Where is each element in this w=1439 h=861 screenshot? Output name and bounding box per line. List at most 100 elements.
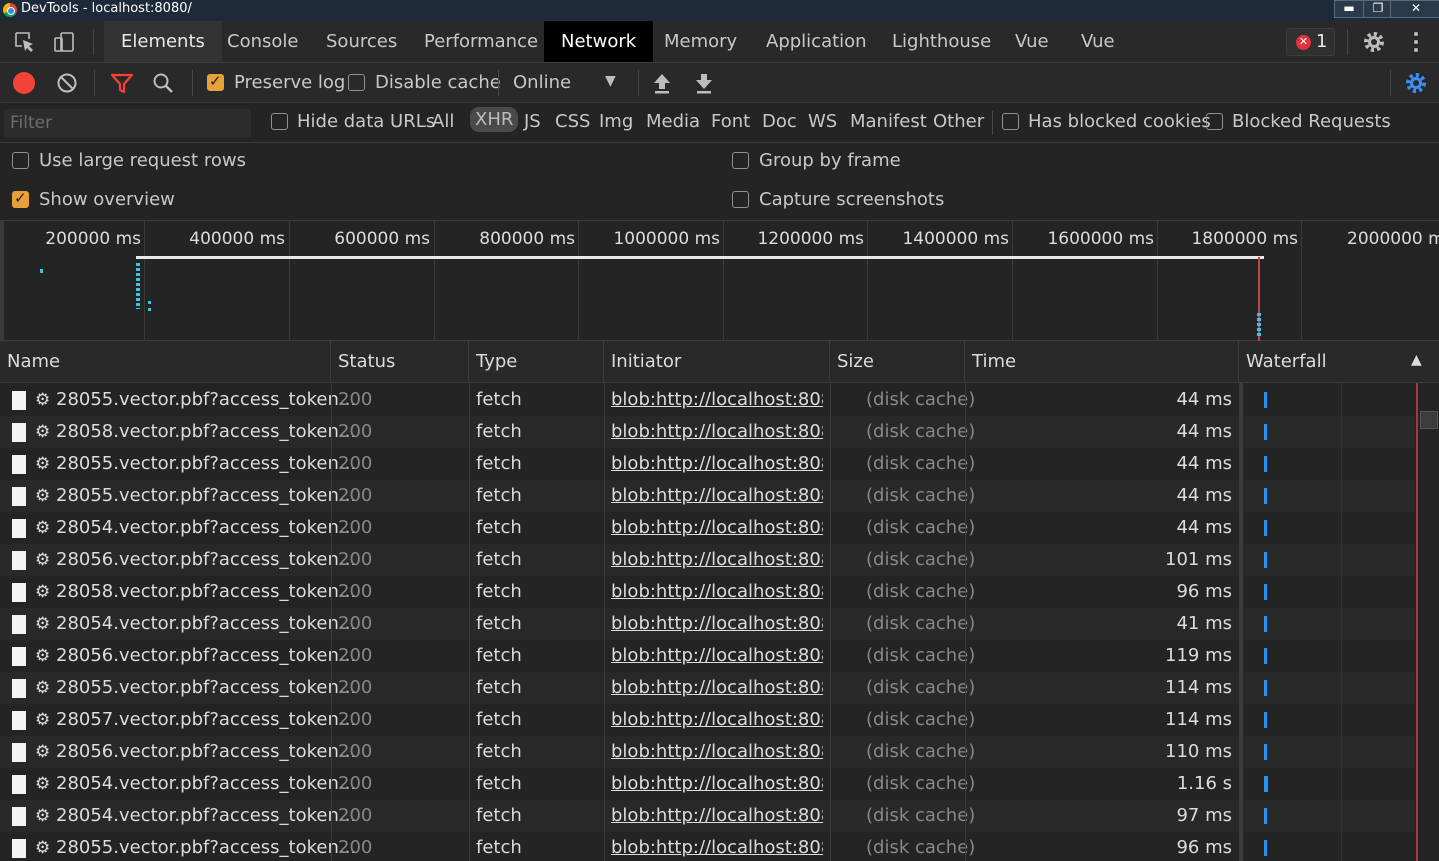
filter-type-doc[interactable]: Doc	[762, 111, 797, 132]
column-divider[interactable]	[830, 383, 831, 861]
tab-network[interactable]: Network	[544, 21, 654, 62]
show-overview-checkbox[interactable]	[12, 189, 29, 208]
scrollbar-thumb[interactable]	[1420, 411, 1438, 429]
table-row[interactable]: ⚙ 28058.vector.pbf?access_token... 200 fetc…	[0, 416, 1415, 448]
request-initiator-link[interactable]: blob:http://localhost:808...	[611, 384, 823, 416]
throttling-select[interactable]: Online ▼	[505, 68, 625, 98]
filter-type-manifest[interactable]: Manifest	[850, 111, 927, 132]
column-divider[interactable]	[965, 383, 966, 861]
filter-type-other[interactable]: Other	[933, 111, 984, 132]
filter-type-media[interactable]: Media	[646, 111, 700, 132]
tab-elements[interactable]: Elements	[104, 21, 222, 62]
network-overview-timeline[interactable]: 200000 ms 400000 ms 600000 ms 800000 ms …	[0, 221, 1439, 341]
request-initiator-link[interactable]: blob:http://localhost:808...	[611, 800, 823, 832]
sort-ascending-icon[interactable]: ▲	[1411, 352, 1422, 368]
filter-type-css[interactable]: CSS	[555, 111, 590, 132]
hide-data-urls-checkbox[interactable]	[271, 113, 288, 130]
request-initiator-link[interactable]: blob:http://localhost:808...	[611, 448, 823, 480]
table-row[interactable]: ⚙ 28054.vector.pbf?access_token... 200 fetc…	[0, 768, 1415, 800]
table-row[interactable]: ⚙ 28054.vector.pbf?access_token... 200 fetc…	[0, 800, 1415, 832]
filter-type-img[interactable]: Img	[599, 111, 633, 132]
request-initiator-link[interactable]: blob:http://localhost:808...	[611, 704, 823, 736]
device-toolbar-icon[interactable]	[53, 31, 75, 53]
column-header-type[interactable]: Type	[469, 341, 604, 383]
table-row[interactable]: ⚙ 28056.vector.pbf?access_token... 200 fetc…	[0, 640, 1415, 672]
tab-vue-2[interactable]: Vue	[1064, 21, 1132, 62]
table-scrollbar[interactable]	[1416, 383, 1439, 861]
request-initiator-link[interactable]: blob:http://localhost:808...	[611, 672, 823, 704]
tab-sources[interactable]: Sources	[309, 21, 414, 62]
request-initiator-link[interactable]: blob:http://localhost:808...	[611, 832, 823, 861]
table-row[interactable]: ⚙ 28054.vector.pbf?access_token... 200 fetc…	[0, 608, 1415, 640]
tab-console[interactable]: Console	[210, 21, 315, 62]
column-divider[interactable]	[331, 383, 332, 861]
table-row[interactable]: ⚙ 28058.vector.pbf?access_token... 200 fetc…	[0, 576, 1415, 608]
maximize-button[interactable]: ❐	[1363, 0, 1393, 18]
table-row[interactable]: ⚙ 28055.vector.pbf?access_token... 200 fetc…	[0, 448, 1415, 480]
table-row[interactable]: ⚙ 28055.vector.pbf?access_token... 200 fetc…	[0, 384, 1415, 416]
column-divider[interactable]	[604, 383, 605, 861]
disable-cache-checkbox[interactable]	[348, 74, 365, 91]
file-icon	[12, 647, 26, 666]
filter-funnel-icon[interactable]	[110, 72, 134, 94]
preserve-log-checkbox[interactable]	[207, 72, 224, 91]
blocked-requests-checkbox[interactable]	[1206, 113, 1223, 130]
column-header-status[interactable]: Status	[331, 341, 469, 383]
tab-vue[interactable]: Vue	[998, 21, 1066, 62]
tab-memory[interactable]: Memory	[647, 21, 754, 62]
record-button[interactable]	[13, 72, 35, 94]
tab-lighthouse[interactable]: Lighthouse	[875, 21, 1008, 62]
request-initiator-link[interactable]: blob:http://localhost:808...	[611, 480, 823, 512]
table-row[interactable]: ⚙ 28055.vector.pbf?access_token... 200 fetc…	[0, 480, 1415, 512]
table-row[interactable]: ⚙ 28056.vector.pbf?access_token... 200 fetc…	[0, 544, 1415, 576]
export-har-icon[interactable]	[694, 72, 714, 94]
request-initiator-link[interactable]: blob:http://localhost:808...	[611, 416, 823, 448]
request-initiator-link[interactable]: blob:http://localhost:808...	[611, 736, 823, 768]
column-header-size[interactable]: Size	[830, 341, 965, 383]
request-initiator-link[interactable]: blob:http://localhost:808...	[611, 608, 823, 640]
gear-icon: ⚙	[35, 422, 51, 442]
settings-gear-icon[interactable]	[1362, 30, 1386, 54]
tab-application[interactable]: Application	[749, 21, 884, 62]
table-row[interactable]: ⚙ 28057.vector.pbf?access_token... 200 fetc…	[0, 704, 1415, 736]
clear-icon[interactable]	[56, 72, 78, 94]
request-initiator-link[interactable]: blob:http://localhost:808...	[611, 512, 823, 544]
group-by-frame-checkbox[interactable]	[732, 152, 749, 169]
overview-selection-bar[interactable]	[136, 256, 1264, 259]
filter-type-font[interactable]: Font	[711, 111, 750, 132]
table-row[interactable]: ⚙ 28056.vector.pbf?access_token... 200 fetc…	[0, 736, 1415, 768]
search-icon[interactable]	[152, 72, 174, 94]
waterfall-bar	[1264, 712, 1267, 728]
column-header-initiator[interactable]: Initiator	[604, 341, 830, 383]
close-window-button[interactable]: ✕	[1390, 0, 1439, 18]
error-count-badge[interactable]: ✕ 1	[1286, 28, 1335, 56]
capture-screenshots-checkbox[interactable]	[732, 191, 749, 208]
minimize-button[interactable]: ▬	[1334, 0, 1364, 18]
inspect-element-icon[interactable]	[14, 31, 36, 53]
table-row[interactable]: ⚙ 28055.vector.pbf?access_token... 200 fetc…	[0, 832, 1415, 861]
waterfall-bar	[1264, 840, 1267, 856]
request-initiator-link[interactable]: blob:http://localhost:808...	[611, 544, 823, 576]
column-header-waterfall[interactable]: Waterfall	[1239, 341, 1439, 383]
filter-type-js[interactable]: JS	[524, 111, 541, 132]
network-settings-gear-icon[interactable]	[1404, 71, 1428, 95]
request-initiator-link[interactable]: blob:http://localhost:808...	[611, 768, 823, 800]
column-divider[interactable]	[1239, 383, 1243, 861]
table-row[interactable]: ⚙ 28055.vector.pbf?access_token... 200 fetc…	[0, 672, 1415, 704]
tab-performance[interactable]: Performance	[407, 21, 555, 62]
more-options-icon[interactable]	[1410, 31, 1422, 53]
table-row[interactable]: ⚙ 28054.vector.pbf?access_token... 200 fetc…	[0, 512, 1415, 544]
column-header-time[interactable]: Time	[965, 341, 1239, 383]
column-header-name[interactable]: Name	[0, 341, 331, 383]
filter-input[interactable]	[4, 109, 251, 137]
import-har-icon[interactable]	[652, 72, 672, 94]
large-rows-checkbox[interactable]	[12, 152, 29, 169]
file-icon	[12, 583, 26, 602]
filter-type-all[interactable]: All	[432, 111, 454, 132]
filter-type-ws[interactable]: WS	[808, 111, 837, 132]
request-initiator-link[interactable]: blob:http://localhost:808...	[611, 640, 823, 672]
filter-type-xhr[interactable]: XHR	[470, 107, 519, 132]
column-divider[interactable]	[469, 383, 470, 861]
request-initiator-link[interactable]: blob:http://localhost:808...	[611, 576, 823, 608]
has-blocked-cookies-checkbox[interactable]	[1002, 113, 1019, 130]
